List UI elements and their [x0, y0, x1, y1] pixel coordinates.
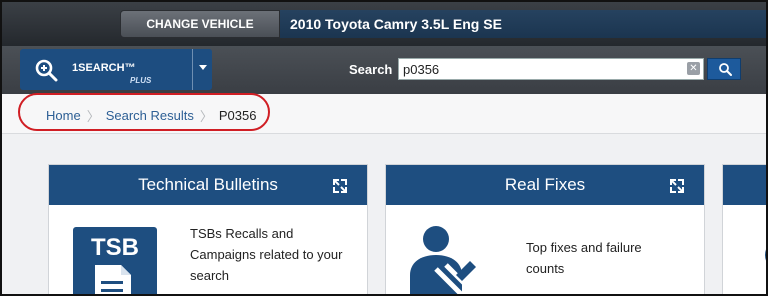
card-body: Top fixes and failure counts [386, 205, 704, 294]
description-line: counts [526, 261, 565, 276]
search-button[interactable] [707, 58, 741, 80]
description-line: search [190, 268, 230, 283]
real-fixes-card[interactable]: Real Fixes Top fixes and failure counts [385, 164, 705, 294]
clear-search-icon[interactable]: ✕ [687, 62, 700, 75]
vehicle-name: 2010 Toyota Camry 3.5L Eng SE [280, 10, 766, 38]
product-name: 1SEARCH™ [72, 62, 136, 74]
onesearch-menu[interactable]: 1SEARCH™ PLUS [20, 49, 212, 90]
search-zoom-icon [35, 59, 58, 82]
mechanic-icon [410, 226, 476, 294]
search-bar: 1SEARCH™ PLUS Search ✕ [2, 46, 766, 94]
third-card-partial[interactable] [722, 164, 766, 294]
change-vehicle-button[interactable]: CHANGE VEHICLE [120, 10, 280, 38]
card-body: TSB TSBs Recalls and Campaigns related t… [49, 205, 367, 294]
technical-bulletins-card[interactable]: Technical Bulletins TSB TSBs Recalls and… [48, 164, 368, 294]
card-title: Technical Bulletins [138, 175, 278, 194]
product-suffix: PLUS [130, 76, 152, 85]
card-description: TSBs Recalls and Campaigns related to yo… [190, 223, 342, 286]
app-frame: CHANGE VEHICLE 2010 Toyota Camry 3.5L En… [0, 0, 768, 296]
card-header: Technical Bulletins [49, 165, 367, 205]
tsb-icon-text: TSB [91, 234, 139, 261]
description-line: TSBs Recalls and [190, 226, 294, 241]
highlight-annotation [18, 93, 270, 131]
caret-down-icon [199, 65, 207, 70]
description-line: Campaigns related to your [190, 247, 343, 262]
description-line: Top fixes and failure [526, 240, 642, 255]
card-description: Top fixes and failure counts [526, 237, 642, 279]
search-icon [719, 63, 732, 76]
card-body [723, 205, 766, 294]
expand-icon[interactable] [331, 177, 349, 195]
tsb-icon: TSB [73, 227, 157, 294]
search-label: Search [349, 62, 393, 77]
vehicle-bar: CHANGE VEHICLE 2010 Toyota Camry 3.5L En… [2, 2, 766, 46]
card-icon-partial [765, 249, 766, 261]
search-input[interactable] [398, 58, 704, 80]
product-dropdown-toggle[interactable] [192, 49, 212, 90]
card-header: Real Fixes [386, 165, 704, 205]
card-title: Real Fixes [504, 175, 586, 194]
expand-icon[interactable] [668, 177, 686, 195]
card-header [723, 165, 766, 205]
